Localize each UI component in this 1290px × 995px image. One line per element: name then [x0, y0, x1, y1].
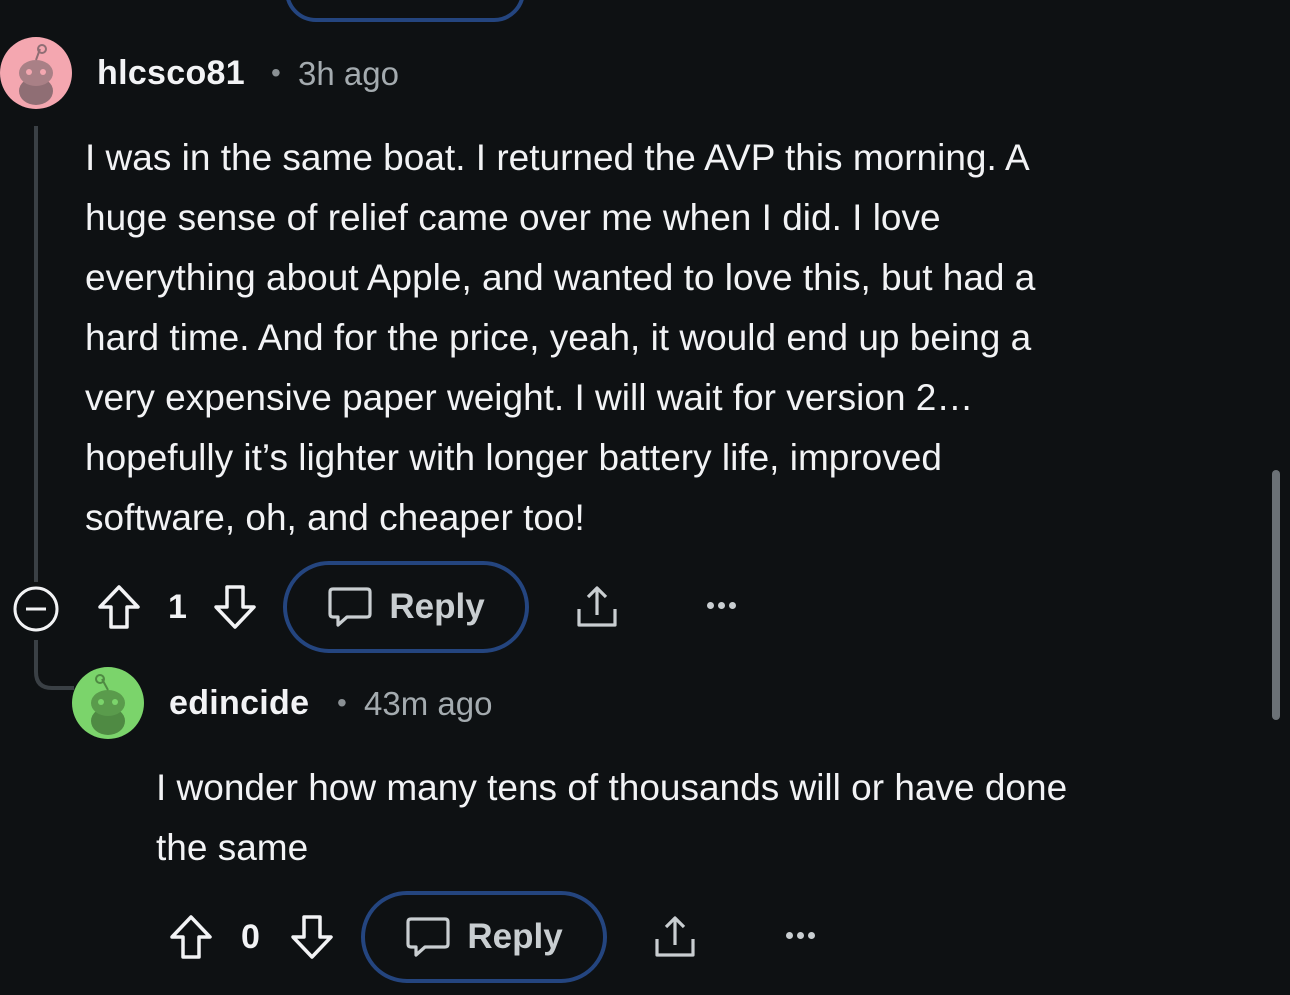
downvote-button[interactable]: [287, 912, 337, 962]
upvote-button[interactable]: [94, 582, 144, 632]
upvote-button[interactable]: [166, 912, 216, 962]
reply-label: Reply: [467, 917, 563, 956]
snoo-avatar-icon: [0, 37, 72, 109]
avatar[interactable]: [0, 37, 72, 109]
comment-line: hopefully it’s lighter with longer batte…: [85, 437, 942, 478]
comment-author[interactable]: hlcsco81: [97, 54, 245, 93]
more-options-button[interactable]: [786, 932, 815, 939]
comment-author[interactable]: edincide: [169, 684, 309, 723]
comment-icon: [328, 587, 372, 627]
comment-line: the same: [156, 827, 309, 868]
share-icon: [655, 916, 695, 957]
vote-count: 1: [168, 588, 187, 626]
share-button[interactable]: [650, 912, 700, 962]
thread-line[interactable]: [34, 126, 38, 582]
more-icon: [707, 602, 714, 609]
scrollbar[interactable]: [1272, 470, 1280, 720]
upvote-icon: [170, 915, 212, 959]
separator: •: [271, 57, 281, 88]
previous-reply-button[interactable]: [285, 0, 525, 22]
comment-line: I wonder how many tens of thousands will…: [156, 767, 1068, 808]
comment-body: I was in the same boat. I returned the A…: [85, 128, 1245, 548]
comment-line: everything about Apple, and wanted to lo…: [85, 257, 1036, 298]
comment-line: hard time. And for the price, yeah, it w…: [85, 317, 1032, 358]
upvote-icon: [98, 585, 140, 629]
downvote-button[interactable]: [210, 582, 260, 632]
comment-icon: [406, 917, 450, 957]
comment-line: huge sense of relief came over me when I…: [85, 197, 941, 238]
comment-body: I wonder how many tens of thousands will…: [156, 758, 1256, 878]
reply-button[interactable]: Reply: [361, 891, 607, 983]
downvote-icon: [291, 915, 333, 959]
comment-line: very expensive paper weight. I will wait…: [85, 377, 974, 418]
comment-timestamp: 43m ago: [364, 685, 493, 722]
collapse-button[interactable]: [12, 585, 60, 633]
separator: •: [337, 687, 347, 718]
reply-button[interactable]: Reply: [283, 561, 529, 653]
avatar[interactable]: [72, 667, 144, 739]
comment-timestamp: 3h ago: [298, 55, 399, 92]
vote-count: 0: [241, 918, 260, 956]
downvote-icon: [214, 585, 256, 629]
share-icon: [577, 586, 617, 627]
collapse-icon: [13, 586, 59, 632]
comment-line: software, oh, and cheaper too!: [85, 497, 585, 538]
more-icon: [786, 932, 793, 939]
snoo-avatar-icon: [72, 667, 144, 739]
more-options-button[interactable]: [707, 602, 736, 609]
comment-line: I was in the same boat. I returned the A…: [85, 137, 1030, 178]
share-button[interactable]: [572, 582, 622, 632]
reply-label: Reply: [389, 587, 485, 626]
